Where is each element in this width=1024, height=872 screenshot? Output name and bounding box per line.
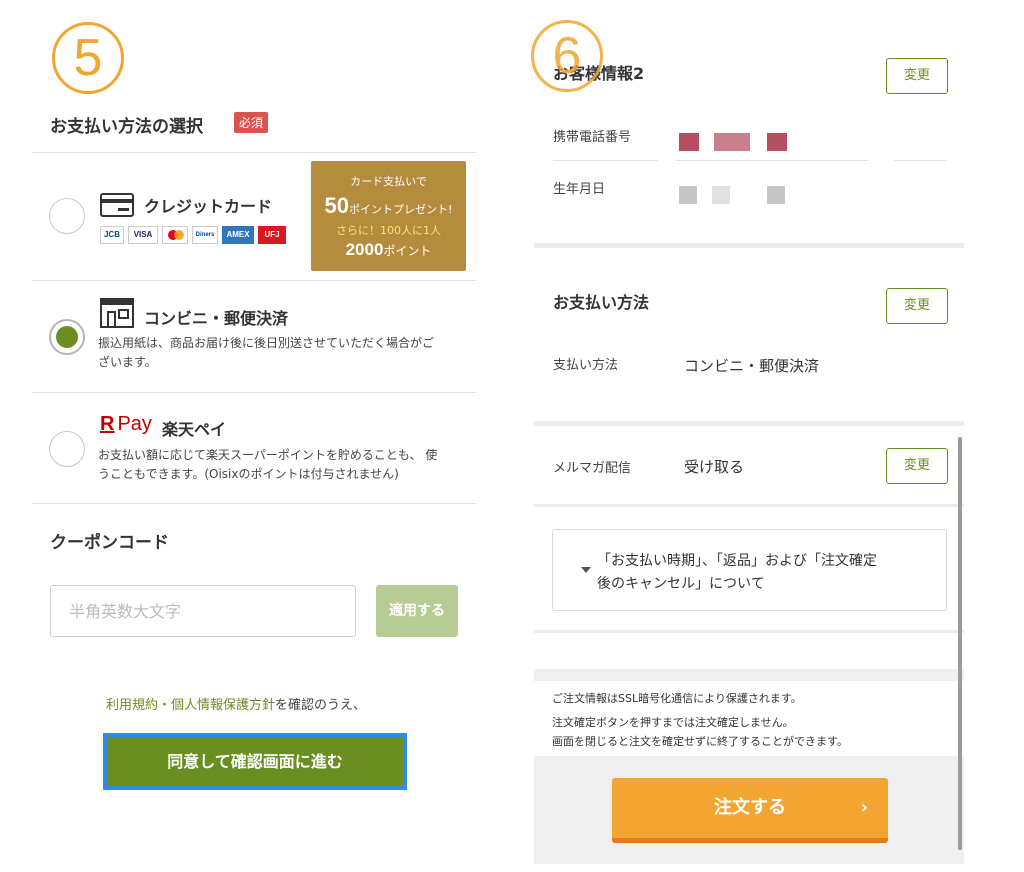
description-line: お支払い額に応じて楽天スーパーポイントを貯めることも、 使 (98, 448, 438, 462)
payment-method-title: お支払い方法 (553, 293, 650, 312)
payment-option-description: 振込用紙は、商品お届け後に後日別送させていただく場合がご ざいます。 (98, 334, 434, 372)
coupon-code-input[interactable] (50, 585, 356, 637)
divider (32, 152, 476, 153)
agree-button-focus-ring: 同意して確認画面に進む (103, 733, 407, 790)
terms-notice: 利用規約・個人情報保護方針を確認のうえ、 (106, 694, 366, 713)
jcb-logo: JCB (100, 226, 124, 244)
convenience-store-icon (100, 298, 134, 332)
phone-label: 携帯電話番号 (553, 130, 632, 145)
phone-value-redacted (767, 133, 787, 151)
section-separator (534, 421, 964, 426)
ufj-logo: UFJ (258, 226, 286, 244)
rakuten-pay-text: Pay (117, 413, 152, 435)
promo-points-50: 50 (324, 193, 350, 218)
section-separator (534, 243, 964, 248)
radio-credit-card[interactable] (49, 198, 85, 234)
accordion-line: 後のキャンセル」について (597, 576, 765, 592)
rakuten-pay-logo: R Pay (100, 413, 152, 436)
birthdate-value-redacted (767, 186, 785, 204)
birthdate-label: 生年月日 (553, 182, 606, 197)
payment-method-label: 支払い方法 (553, 358, 619, 373)
promo-line1: カード支払いで (350, 175, 427, 188)
chevron-right-icon: › (860, 797, 868, 818)
step-number-5: 5 (52, 22, 124, 94)
divider (676, 160, 868, 161)
promo-line3: さらに！100人に1人 (336, 224, 441, 237)
divider (32, 503, 476, 504)
coupon-title: クーポンコード (50, 533, 169, 553)
radio-convenience[interactable] (49, 319, 85, 355)
birthdate-value-redacted (679, 186, 697, 204)
newsletter-label: メルマガ配信 (553, 461, 632, 476)
section-separator (534, 630, 964, 633)
credit-card-icon (100, 193, 134, 221)
required-badge: 必須 (234, 112, 269, 133)
radio-rakuten-pay[interactable] (49, 431, 85, 467)
divider (32, 392, 476, 393)
payment-section-title: お支払い方法の選択 (50, 117, 203, 137)
scrollbar[interactable] (958, 437, 962, 850)
visa-logo: VISA (128, 226, 158, 244)
promo-line2-rest: ポイントプレゼント! (349, 203, 453, 216)
apply-coupon-button[interactable]: 適用する (376, 585, 458, 637)
place-order-label: 注文する (714, 797, 786, 818)
payment-method-value: コンビニ・郵便決済 (684, 357, 820, 375)
card-promo-banner: カード支払いで 50ポイントプレゼント! さらに！100人に1人 2000ポイン… (311, 161, 466, 271)
place-order-button[interactable]: 注文する › (612, 778, 888, 843)
divider (32, 280, 476, 281)
change-customer-button[interactable]: 変更 (886, 58, 948, 94)
card-brand-logos: JCB VISA Diners AMEX UFJ (100, 226, 286, 244)
phone-value-redacted (714, 133, 750, 151)
order-notice-line: 画面を閉じると注文を確定せずに終了することができます。 (552, 735, 848, 748)
payment-option-label: 楽天ペイ (162, 420, 227, 439)
change-payment-button[interactable]: 変更 (886, 288, 948, 324)
section-separator (534, 504, 964, 507)
amex-logo: AMEX (222, 226, 254, 244)
agree-and-continue-button[interactable]: 同意して確認画面に進む (107, 737, 403, 786)
terms-of-use-link[interactable]: 利用規約 (106, 698, 158, 713)
divider (553, 160, 658, 161)
description-line: 振込用紙は、商品お届け後に後日別送させていただく場合がご (98, 336, 435, 350)
payment-option-label: コンビニ・郵便決済 (144, 309, 289, 328)
terms-accordion[interactable]: 「お支払い時期」、「返品」および「注文確定 後のキャンセル」について (552, 529, 947, 611)
ssl-notice: ご注文情報はSSL暗号化通信により保護されます。 (552, 692, 802, 705)
promo-line2: 50ポイントプレゼント! (311, 193, 466, 219)
newsletter-value: 受け取る (684, 458, 745, 476)
divider (894, 160, 947, 161)
payment-option-description: お支払い額に応じて楽天スーパーポイントを貯めることも、 使 うこともできます。(… (98, 446, 437, 484)
birthdate-value-redacted (712, 186, 730, 204)
phone-value-redacted (679, 133, 699, 151)
caret-down-icon (581, 567, 591, 573)
privacy-policy-link[interactable]: 個人情報保護方針 (171, 698, 275, 713)
diners-logo: Diners (192, 226, 218, 244)
terms-separator: ・ (158, 698, 172, 713)
terms-rest: を確認のうえ、 (275, 698, 367, 713)
change-newsletter-button[interactable]: 変更 (886, 448, 948, 484)
description-line: ざいます。 (98, 355, 157, 369)
order-notice-line: 注文確定ボタンを押すまでは注文確定しません。 (552, 716, 794, 729)
accordion-line: 「お支払い時期」、「返品」および「注文確定 (597, 553, 877, 569)
promo-line4-rest: ポイント (383, 244, 432, 258)
step-number-6: 6 (531, 20, 603, 92)
payment-option-label: クレジットカード (144, 197, 273, 216)
accordion-title: 「お支払い時期」、「返品」および「注文確定 後のキャンセル」について (597, 550, 932, 596)
rakuten-r: R (100, 413, 115, 435)
promo-line4: 2000ポイント (311, 240, 466, 260)
promo-points-2000: 2000 (345, 240, 384, 259)
mastercard-logo (162, 226, 188, 244)
description-line: うこともできます。(Oisixのポイントは付与されません) (98, 467, 399, 481)
section-separator (534, 669, 964, 681)
